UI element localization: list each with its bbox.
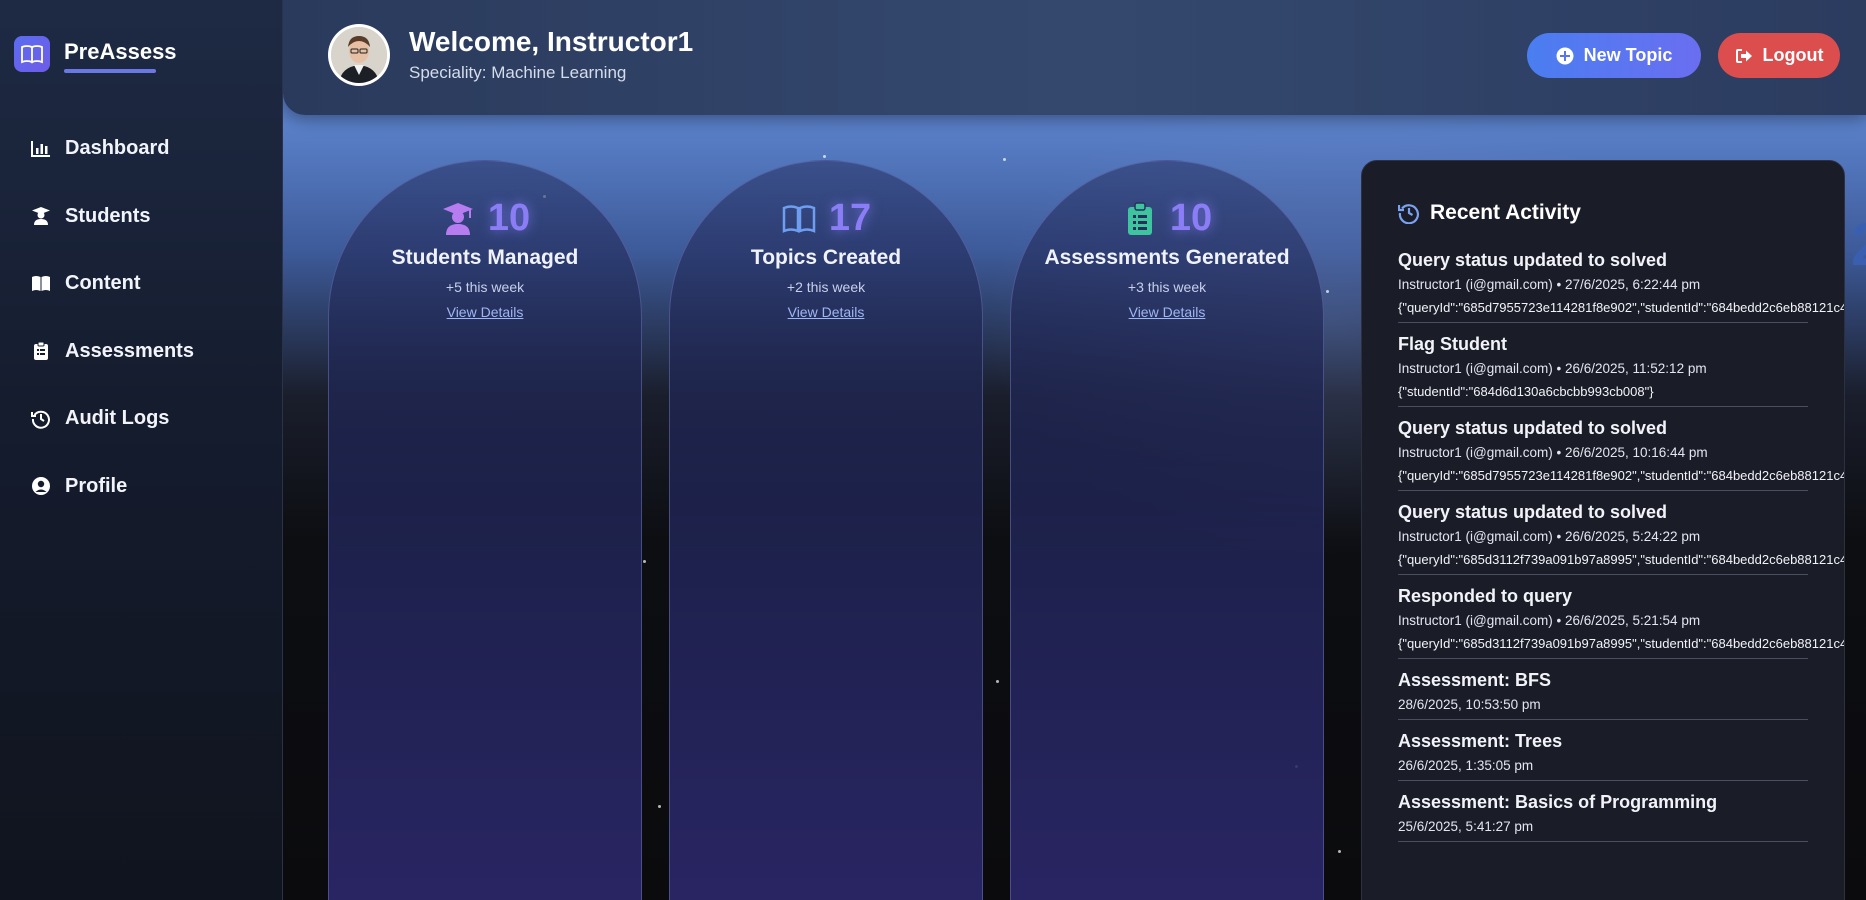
history-icon	[1398, 202, 1420, 224]
activity-item-details: {"queryId":"685d7955723e114281f8e902","s…	[1398, 468, 1845, 483]
stat-title: Assessments Generated	[1044, 246, 1290, 269]
background-decoration: 2	[1851, 210, 1866, 320]
stat-card-students: 10 Students Managed +5 this week View De…	[328, 160, 642, 900]
sign-out-icon	[1735, 48, 1753, 64]
activity-item-meta: Instructor1 (i@gmail.com) • 27/6/2025, 6…	[1398, 277, 1701, 292]
sidebar-item-content[interactable]: Content	[0, 250, 283, 318]
activity-item[interactable]: Query status updated to solved Instructo…	[1398, 417, 1845, 491]
star-decoration	[1003, 158, 1006, 161]
activity-item-title: Assessment: Trees	[1398, 731, 1563, 751]
stat-title: Topics Created	[750, 246, 902, 269]
activity-item-meta: Instructor1 (i@gmail.com) • 26/6/2025, 5…	[1398, 613, 1701, 628]
activity-item-details: {"studentId":"684d6d130a6cbcbb993cb008"}	[1398, 384, 1654, 399]
welcome-title: Welcome, Instructor1	[409, 26, 694, 57]
new-topic-button[interactable]: New Topic	[1527, 33, 1701, 78]
star-decoration	[658, 805, 661, 808]
activity-item[interactable]: Flag Student Instructor1 (i@gmail.com) •…	[1398, 333, 1808, 407]
activity-item-details: {"queryId":"685d3112f739a091b97a8995","s…	[1398, 552, 1845, 567]
stat-subtext: +3 this week	[1127, 279, 1207, 295]
sidebar-item-label: Dashboard	[65, 137, 170, 160]
book-open-icon	[30, 273, 52, 295]
sidebar-item-label: Content	[65, 272, 141, 295]
activity-item-meta: Instructor1 (i@gmail.com) • 26/6/2025, 5…	[1398, 529, 1701, 544]
stat-value: 10	[1169, 197, 1213, 239]
sidebar-nav: Dashboard Students Content Assessments A…	[0, 115, 283, 520]
chart-bar-icon	[30, 138, 52, 160]
book-open-icon	[14, 36, 50, 72]
sidebar-item-label: Profile	[65, 474, 128, 497]
activity-item[interactable]: Assessment: Trees 26/6/2025, 1:35:05 pm	[1398, 730, 1808, 781]
stat-subtext: +5 this week	[445, 279, 525, 295]
activity-item-meta: Instructor1 (i@gmail.com) • 26/6/2025, 1…	[1398, 361, 1707, 376]
stat-value: 10	[487, 197, 531, 239]
activity-item-title: Responded to query	[1398, 586, 1573, 606]
activity-item-title: Assessment: Basics of Programming	[1398, 792, 1718, 812]
activity-list: Query status updated to solved Instructo…	[1398, 249, 1845, 852]
clipboard-list-icon	[1122, 201, 1158, 237]
stat-value: 17	[828, 197, 872, 239]
logout-button[interactable]: Logout	[1718, 33, 1840, 78]
activity-item-meta: 26/6/2025, 1:35:05 pm	[1398, 758, 1534, 773]
stat-card-topics: 17 Topics Created +2 this week View Deta…	[669, 160, 983, 900]
speciality-text: Speciality: Machine Learning	[409, 63, 627, 82]
view-details-link[interactable]: View Details	[447, 304, 524, 320]
history-icon	[30, 408, 52, 430]
book-open-icon	[781, 201, 817, 237]
sidebar: PreAssess Dashboard Students Content Ass…	[0, 0, 283, 900]
activity-item-title: Flag Student	[1398, 334, 1507, 354]
activity-item-title: Assessment: BFS	[1398, 670, 1552, 690]
stat-title: Students Managed	[391, 246, 579, 269]
plus-circle-icon	[1556, 47, 1574, 65]
activity-item-meta: 28/6/2025, 10:53:50 pm	[1398, 697, 1541, 712]
activity-item[interactable]: Responded to query Instructor1 (i@gmail.…	[1398, 585, 1845, 659]
activity-item-details: {"queryId":"685d3112f739a091b97a8995","s…	[1398, 636, 1845, 651]
brand-name: PreAssess	[64, 39, 177, 73]
brand[interactable]: PreAssess	[14, 36, 177, 73]
activity-item[interactable]: Assessment: Basics of Programming 25/6/2…	[1398, 791, 1808, 842]
clipboard-list-icon	[30, 340, 52, 362]
avatar[interactable]	[328, 24, 390, 86]
activity-item[interactable]: Assessment: BFS 28/6/2025, 10:53:50 pm	[1398, 669, 1808, 720]
user-circle-icon	[30, 475, 52, 497]
sidebar-item-label: Audit Logs	[65, 407, 170, 430]
sidebar-item-students[interactable]: Students	[0, 183, 283, 251]
activity-item-title: Query status updated to solved	[1398, 250, 1668, 270]
main-area: Welcome, Instructor1 Speciality: Machine…	[283, 0, 1866, 900]
activity-item-title: Query status updated to solved	[1398, 418, 1668, 438]
view-details-link[interactable]: View Details	[1129, 304, 1206, 320]
star-decoration	[1338, 850, 1341, 853]
view-details-link[interactable]: View Details	[788, 304, 865, 320]
recent-activity-panel: Recent Activity Query status updated to …	[1361, 160, 1845, 900]
activity-item-details: {"queryId":"685d7955723e114281f8e902","s…	[1398, 300, 1845, 315]
stat-card-assessments: 10 Assessments Generated +3 this week Vi…	[1010, 160, 1324, 900]
star-decoration	[1326, 290, 1329, 293]
new-topic-label: New Topic	[1583, 45, 1673, 65]
sidebar-item-audit-logs[interactable]: Audit Logs	[0, 385, 283, 453]
sidebar-item-label: Assessments	[65, 339, 194, 362]
star-decoration	[823, 155, 826, 158]
activity-item-meta: 25/6/2025, 5:41:27 pm	[1398, 819, 1534, 834]
sidebar-item-assessments[interactable]: Assessments	[0, 318, 283, 386]
star-decoration	[643, 560, 646, 563]
user-graduate-icon	[440, 201, 476, 237]
stat-subtext: +2 this week	[786, 279, 866, 295]
sidebar-item-label: Students	[65, 204, 151, 227]
activity-title: Recent Activity	[1430, 201, 1581, 224]
logout-label: Logout	[1762, 45, 1824, 65]
star-decoration	[996, 680, 999, 683]
sidebar-item-profile[interactable]: Profile	[0, 453, 283, 521]
activity-item-title: Query status updated to solved	[1398, 502, 1668, 522]
user-graduate-icon	[30, 205, 52, 227]
activity-item-meta: Instructor1 (i@gmail.com) • 26/6/2025, 1…	[1398, 445, 1708, 460]
top-header: Welcome, Instructor1 Speciality: Machine…	[283, 0, 1866, 115]
activity-item[interactable]: Query status updated to solved Instructo…	[1398, 501, 1845, 575]
sidebar-item-dashboard[interactable]: Dashboard	[0, 115, 283, 183]
activity-item[interactable]: Query status updated to solved Instructo…	[1398, 249, 1845, 323]
